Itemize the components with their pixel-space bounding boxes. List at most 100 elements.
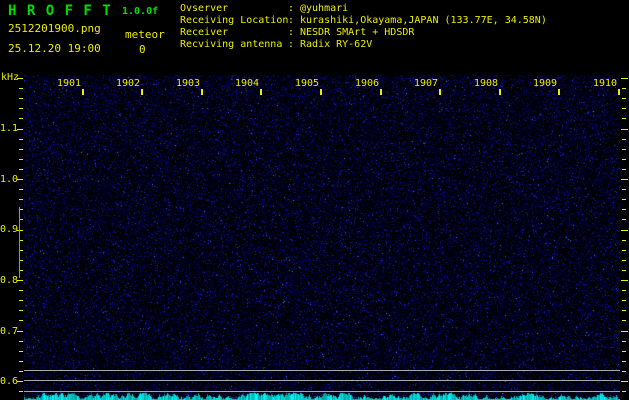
freq-tick-right-minor (622, 199, 626, 200)
freq-tick-left-minor (19, 320, 23, 321)
freq-tick-right-minor (622, 98, 626, 99)
meta-value: NESDR SMArt + HDSDR (300, 27, 415, 38)
metadata-table: Ovserver: @yuhmari Receiving Location: kura… (180, 3, 547, 51)
freq-tick-right-minor (622, 169, 626, 170)
meta-colon: : (288, 15, 295, 26)
carrier-line (24, 391, 620, 392)
time-tick (618, 89, 620, 95)
time-tick (499, 89, 501, 95)
meta-label: Receiver (180, 27, 229, 38)
meta-row: Receiving Location: kurashiki,Okayama,JAP… (180, 15, 547, 27)
time-label: 1902 (115, 78, 141, 89)
meteor-label: meteor (125, 28, 165, 41)
freq-tick-right-minor (622, 260, 626, 261)
time-tick (439, 89, 441, 95)
meta-row: Recviving antenna: Radix RY-62V (180, 39, 547, 51)
freq-tick-label: 0.8 (0, 275, 19, 286)
time-label: 1910 (592, 78, 618, 89)
freq-tick-left-minor (19, 290, 23, 291)
freq-tick-right-minor (622, 341, 626, 342)
freq-tick-right-minor (622, 88, 626, 89)
freq-tick-label: 1.1 (0, 123, 19, 134)
freq-tick-right-major (621, 129, 628, 130)
freq-tick-left-minor (19, 159, 23, 160)
time-label: 1905 (294, 78, 320, 89)
datetime-label: 25.12.20 19:00 (8, 42, 101, 55)
time-tick (380, 89, 382, 95)
hrofft-screen: H R O F F T 1.0.0f 2512201900.png meteor… (0, 0, 629, 400)
freq-tick-left-minor (19, 391, 23, 392)
time-label: 1906 (354, 78, 380, 89)
freq-tick-right-minor (622, 250, 626, 251)
freq-tick-right-major (621, 381, 628, 382)
freq-tick-left-minor (19, 169, 23, 170)
freq-tick-left-minor (19, 300, 23, 301)
freq-tick-label: 1.0 (0, 174, 19, 185)
filename-label: 2512201900.png (8, 22, 101, 35)
freq-tick-right-minor (622, 371, 626, 372)
meta-row: Receiver: NESDR SMArt + HDSDR (180, 27, 547, 39)
freq-tick-right-major (621, 179, 628, 180)
meteor-count: 0 (139, 43, 146, 56)
time-tick (320, 89, 322, 95)
time-label: 1901 (56, 78, 82, 89)
spectrogram-canvas (24, 75, 620, 400)
freq-tick-left-minor (19, 118, 23, 119)
time-label: 1907 (413, 78, 439, 89)
freq-tick-left-minor (19, 361, 23, 362)
freq-tick-label: 0.6 (0, 376, 19, 387)
meta-label: Recviving antenna (180, 39, 283, 50)
time-tick (141, 89, 143, 95)
calibration-bar (19, 207, 20, 278)
freq-tick-left-minor (19, 341, 23, 342)
freq-tick-label: 0.9 (0, 224, 19, 235)
freq-tick-right-minor (622, 139, 626, 140)
freq-tick-right-major (621, 331, 628, 332)
carrier-line (24, 380, 620, 381)
freq-tick-left-minor (19, 108, 23, 109)
freq-tick-right-minor (622, 108, 626, 109)
freq-tick-right-minor (622, 391, 626, 392)
freq-tick-left-minor (19, 98, 23, 99)
freq-tick-right-minor (622, 310, 626, 311)
freq-tick-right-minor (622, 118, 626, 119)
time-tick (558, 89, 560, 95)
freq-axis-unit: kHz (1, 72, 20, 83)
freq-tick-left-minor (19, 189, 23, 190)
time-label: 1909 (532, 78, 558, 89)
meta-label: Ovserver (180, 3, 229, 14)
time-tick (82, 89, 84, 95)
time-label: 1903 (175, 78, 201, 89)
meta-colon: : (288, 27, 295, 38)
time-label: 1904 (234, 78, 260, 89)
freq-tick-right-minor (622, 320, 626, 321)
freq-tick-right-minor (622, 189, 626, 190)
freq-tick-right-minor (622, 159, 626, 160)
freq-tick-left-minor (19, 351, 23, 352)
freq-tick-right-minor (622, 149, 626, 150)
freq-tick-right-minor (622, 290, 626, 291)
meta-colon: : (288, 3, 295, 14)
freq-tick-right-minor (622, 361, 626, 362)
meta-value: @yuhmari (300, 3, 349, 14)
freq-tick-right-minor (622, 240, 626, 241)
freq-tick-right-major (621, 230, 628, 231)
meta-label: Receiving Location (180, 15, 289, 26)
freq-tick-left-minor (19, 139, 23, 140)
freq-tick-right-minor (622, 300, 626, 301)
meta-colon: : (288, 39, 295, 50)
freq-tick-left-minor (19, 88, 23, 89)
time-tick (201, 89, 203, 95)
freq-tick-right-minor (622, 209, 626, 210)
freq-tick-left-minor (19, 199, 23, 200)
freq-tick-right-minor (622, 270, 626, 271)
app-version: 1.0.0f (122, 6, 159, 17)
freq-tick-left-minor (19, 310, 23, 311)
freq-tick-right-minor (622, 351, 626, 352)
time-label: 1908 (473, 78, 499, 89)
meta-value: kurashiki,Okayama,JAPAN (133.77E, 34.58N… (300, 15, 547, 26)
freq-tick-right-major (621, 78, 628, 79)
freq-tick-left-minor (19, 371, 23, 372)
time-tick (260, 89, 262, 95)
freq-tick-left-minor (19, 149, 23, 150)
